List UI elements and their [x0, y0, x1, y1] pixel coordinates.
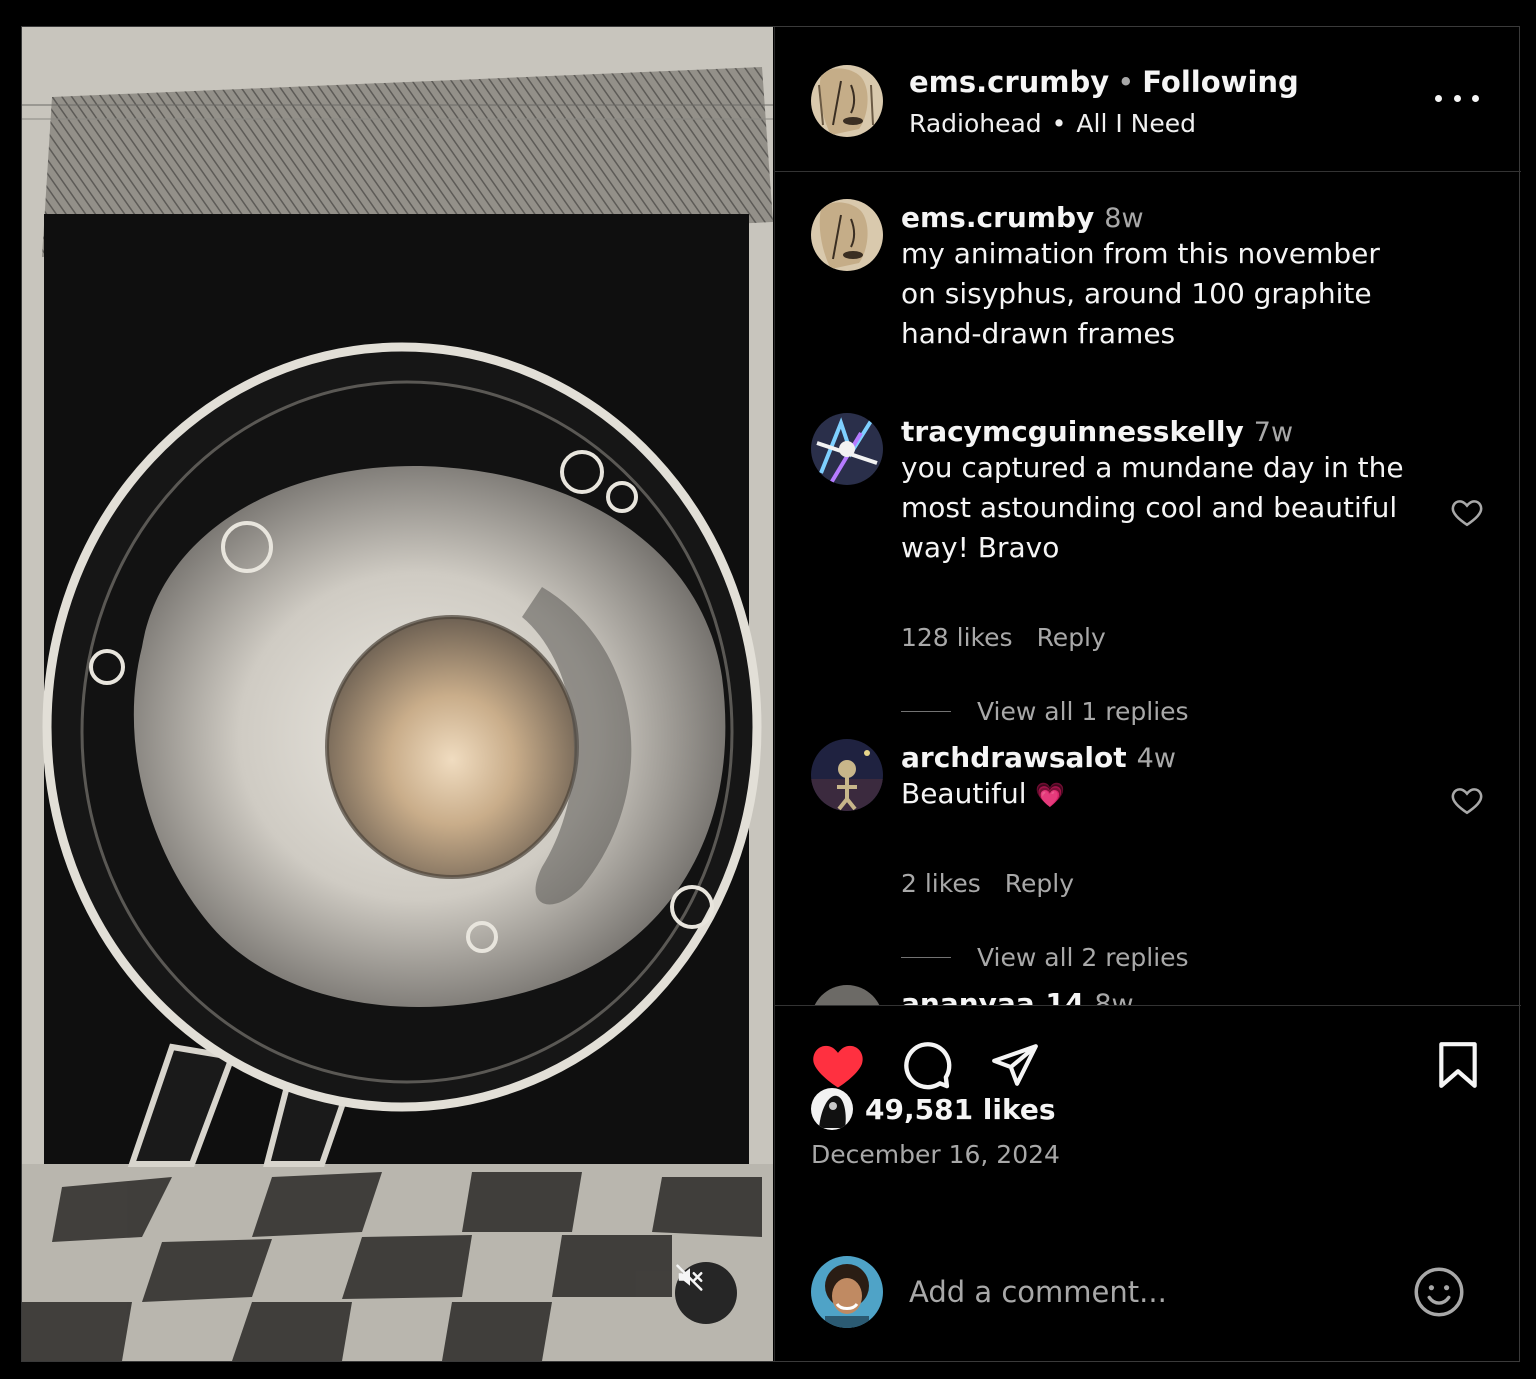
view-replies-label: View all 1 replies — [977, 697, 1189, 726]
comment-text: Beautiful — [901, 777, 1027, 810]
comment-likes-count[interactable]: 2 likes — [901, 869, 981, 898]
author-avatar-image — [811, 65, 883, 137]
comment-input[interactable] — [909, 1270, 1379, 1314]
divider-line — [901, 711, 951, 712]
more-options-icon — [1472, 94, 1479, 102]
commenter-avatar-image — [811, 739, 883, 811]
liker-avatar — [811, 1088, 853, 1130]
comment-username[interactable]: tracymcguinnesskelly — [901, 415, 1244, 448]
comment-meta: 128 likes Reply — [901, 623, 1106, 652]
audio-artist[interactable]: Radiohead — [909, 109, 1042, 138]
view-replies-button[interactable]: View all 2 replies — [901, 943, 1189, 972]
author-username-link[interactable]: ems.crumby — [909, 65, 1109, 99]
post-media-video[interactable] — [22, 27, 773, 1361]
header-title: ems.crumby • Following — [909, 65, 1299, 99]
comment-text: you captured a mundane day in the most a… — [901, 451, 1404, 564]
audio-info[interactable]: Radiohead • All I Need — [909, 109, 1196, 138]
post-side-panel: ems.crumby • Following Radiohead • All I Nee… — [774, 27, 1521, 1361]
caption-time[interactable]: 8w — [1104, 203, 1143, 234]
comment-time[interactable]: 4w — [1137, 743, 1176, 774]
commenter-avatar[interactable] — [811, 413, 883, 485]
comment-username[interactable]: ananyaa.14 — [901, 987, 1084, 1005]
current-user-avatar-image — [811, 1256, 883, 1328]
smiley-icon[interactable] — [1413, 1266, 1465, 1318]
comment-item: tracymcguinnesskelly 7w you captured a mu… — [901, 415, 1411, 568]
pink-heart-emoji: 💗 — [1035, 781, 1066, 809]
speaker-muted-icon — [676, 1264, 703, 1291]
post-actions: 49,581 likes December 16, 2024 — [775, 1005, 1521, 1361]
heart-filled-icon[interactable] — [811, 1040, 865, 1090]
author-avatar[interactable] — [811, 65, 883, 137]
following-button[interactable]: Following — [1142, 65, 1299, 99]
comments-list[interactable]: ems.crumby 8w my animation from this nove… — [775, 173, 1521, 1005]
divider-line — [901, 957, 951, 958]
reply-button[interactable]: Reply — [1037, 623, 1106, 652]
commenter-avatar-image — [811, 985, 883, 1005]
view-replies-label: View all 2 replies — [977, 943, 1189, 972]
commenter-avatar[interactable] — [811, 985, 883, 1005]
comment-meta: 2 likes Reply — [901, 869, 1074, 898]
comment-username[interactable]: archdrawsalot — [901, 741, 1127, 774]
caption-text: my animation from this november on sisyp… — [901, 237, 1380, 350]
view-replies-button[interactable]: View all 1 replies — [901, 697, 1189, 726]
caption-author-avatar[interactable] — [811, 199, 883, 271]
caption: ems.crumby 8w my animation from this nove… — [901, 201, 1411, 354]
current-user-avatar — [811, 1256, 883, 1328]
comment-item: archdrawsalot 4w Beautiful 💗 — [901, 741, 1411, 815]
more-options-button[interactable] — [1435, 83, 1479, 113]
comment-like-heart-icon[interactable] — [1449, 495, 1485, 529]
mute-toggle-button[interactable] — [675, 1262, 737, 1324]
comment-item: ananyaa.14 8w — [901, 987, 1411, 1005]
paper-plane-icon[interactable] — [989, 1040, 1041, 1090]
post-date[interactable]: December 16, 2024 — [811, 1140, 1060, 1169]
add-comment-bar — [775, 1256, 1521, 1356]
commenter-avatar[interactable] — [811, 739, 883, 811]
reply-button[interactable]: Reply — [1005, 869, 1074, 898]
liker-avatar-image — [811, 1088, 853, 1130]
likes-summary: 49,581 likes — [811, 1088, 1056, 1130]
bookmark-icon[interactable] — [1435, 1040, 1481, 1090]
post-header: ems.crumby • Following Radiohead • All I Nee… — [775, 27, 1521, 172]
comment-time[interactable]: 8w — [1094, 989, 1133, 1005]
comment-like-heart-icon[interactable] — [1449, 783, 1485, 817]
audio-track[interactable]: All I Need — [1076, 109, 1196, 138]
graphite-drawing-frying-egg — [22, 27, 773, 1361]
separator-dot: • — [1117, 65, 1135, 99]
separator-dot: • — [1051, 109, 1067, 138]
more-options-icon — [1435, 94, 1442, 102]
author-avatar-image — [811, 199, 883, 271]
commenter-avatar-image — [811, 413, 883, 485]
post-modal: ems.crumby • Following Radiohead • All I Nee… — [21, 26, 1521, 1362]
likes-count[interactable]: 49,581 likes — [865, 1093, 1056, 1126]
comment-bubble-icon[interactable] — [901, 1040, 953, 1092]
comment-time[interactable]: 7w — [1254, 417, 1293, 448]
comment-likes-count[interactable]: 128 likes — [901, 623, 1013, 652]
comment-text-row: Beautiful 💗 — [901, 774, 1411, 815]
more-options-icon — [1453, 94, 1461, 102]
caption-username[interactable]: ems.crumby — [901, 201, 1094, 234]
